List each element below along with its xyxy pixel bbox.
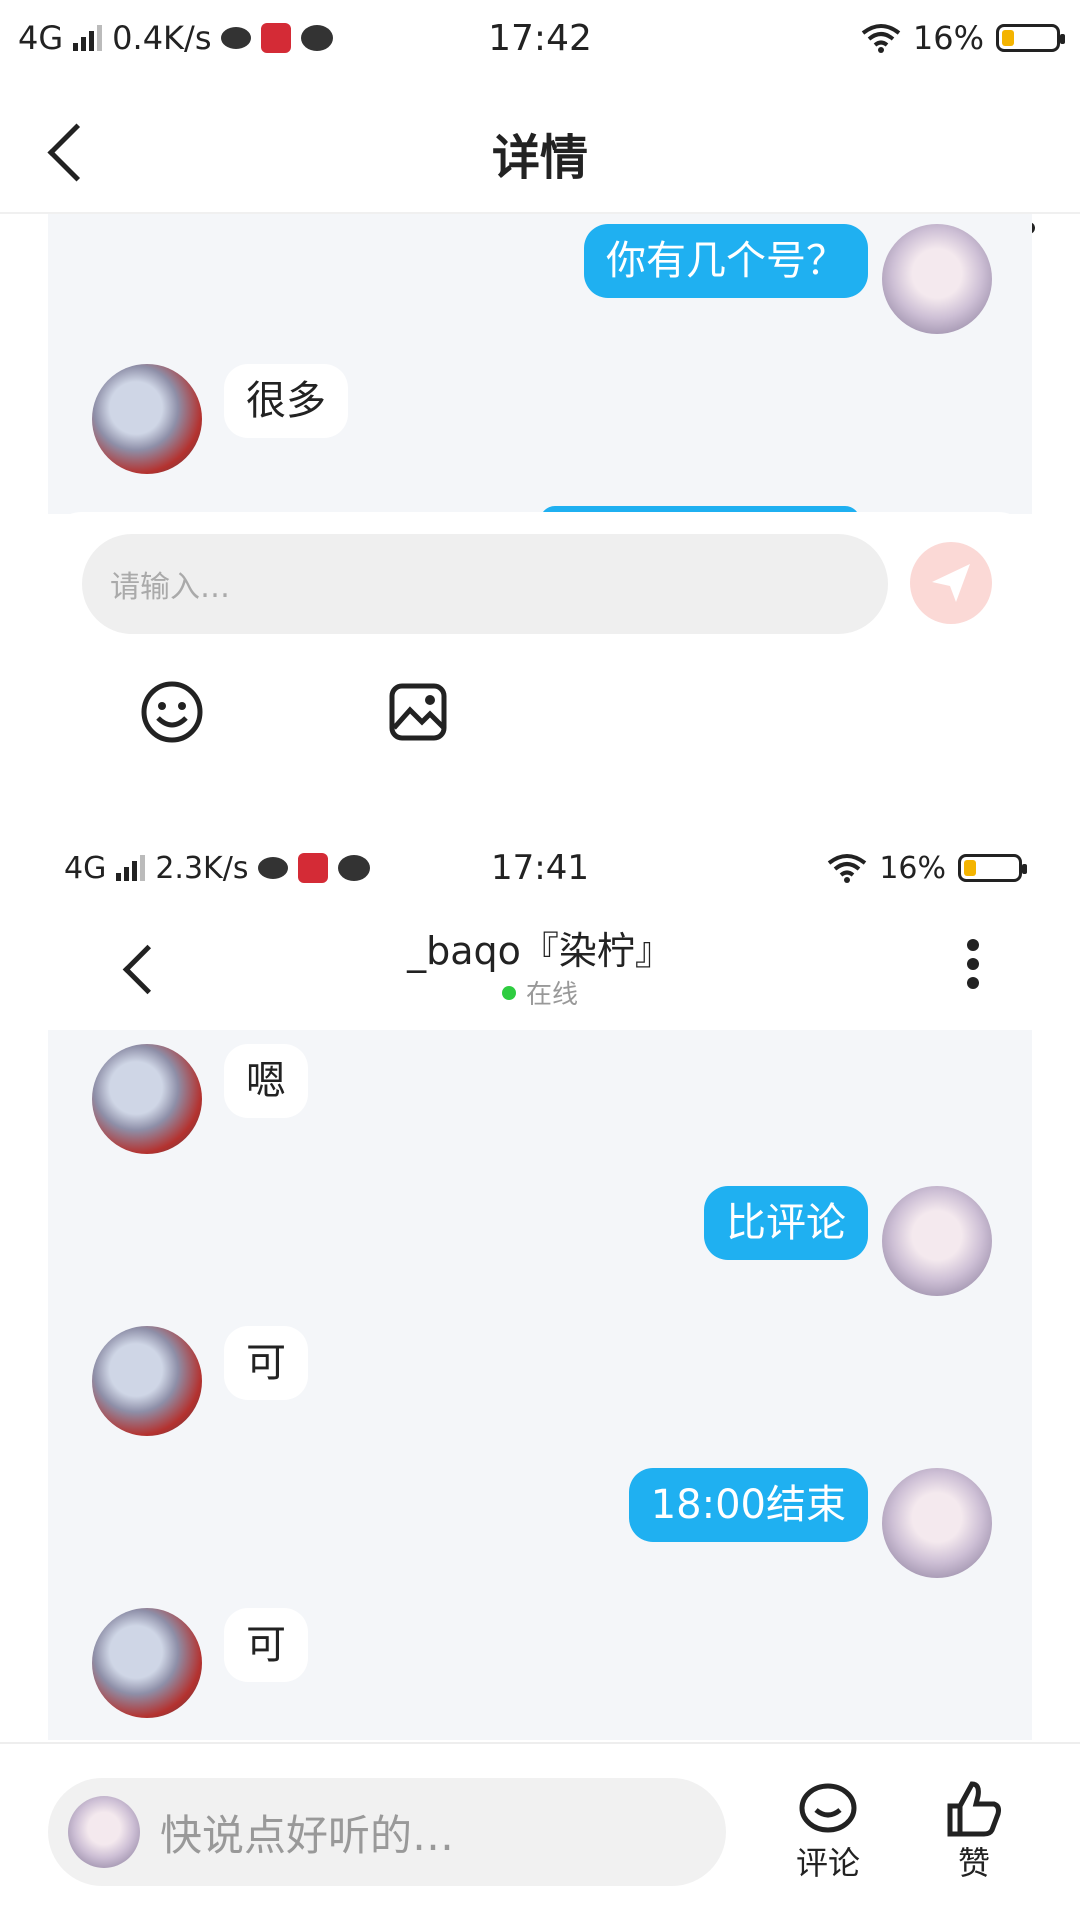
app-badge-icon <box>261 23 292 53</box>
wifi-icon <box>828 854 867 883</box>
signal-icon <box>73 25 103 51</box>
network-label: 4G <box>64 850 107 886</box>
avatar <box>882 1468 992 1578</box>
embedded-status-bar: 4G 2.3K/s 17:41 16% <box>48 838 1032 898</box>
online-dot-icon <box>501 985 516 1000</box>
battery-icon <box>958 854 1027 882</box>
status-time: 17:41 <box>491 848 589 888</box>
battery-percent: 16% <box>879 850 946 886</box>
send-button[interactable] <box>910 542 992 624</box>
message-icon <box>301 25 334 51</box>
comment-icon <box>799 1783 857 1833</box>
thumbs-up-icon <box>947 1781 1001 1837</box>
like-label: 赞 <box>957 1844 990 1882</box>
like-button[interactable]: 赞 <box>946 1780 1002 1884</box>
bottom-bar: 快说点好听的… 评论 赞 <box>0 1742 1080 1922</box>
emoji-icon[interactable] <box>140 680 204 744</box>
comment-label: 评论 <box>796 1844 861 1882</box>
message-bubble-theirs: 可 <box>224 1608 308 1682</box>
battery-icon <box>996 24 1065 52</box>
avatar <box>882 224 992 334</box>
comment-input-placeholder: 快说点好听的… <box>160 1810 455 1860</box>
user-avatar <box>68 1796 140 1868</box>
online-status: 在线 <box>48 974 1032 1011</box>
avatar <box>92 1326 202 1436</box>
contact-name: _baqo『染柠』 <box>407 929 673 973</box>
online-status-label: 在线 <box>525 980 578 1010</box>
wifi-icon <box>861 24 901 53</box>
image-icon[interactable] <box>386 680 450 744</box>
battery-percent: 16% <box>912 19 984 57</box>
more-options-icon[interactable] <box>966 938 980 990</box>
wechat-icon <box>221 27 252 49</box>
message-composer: 请输入… <box>48 512 1032 792</box>
message-input[interactable]: 请输入… <box>82 534 888 634</box>
navigation-bar: 详情 <box>0 88 1080 234</box>
message-bubble-theirs: 嗯 <box>224 1044 308 1118</box>
avatar <box>882 1186 992 1296</box>
upper-chat-area: 你有几个号？ 很多 <box>48 214 1032 514</box>
send-icon <box>932 564 970 602</box>
message-bubble-mine: 你有几个号？ <box>584 224 868 298</box>
lower-chat-area: 嗯 比评论 可 18:00结束 可 <box>48 1030 1032 1740</box>
message-input-placeholder: 请输入… <box>110 570 230 605</box>
status-bar: 4G 0.4K/s 17:42 16% <box>0 0 1080 76</box>
wechat-icon <box>258 857 289 879</box>
network-speed: 2.3K/s <box>155 850 249 886</box>
signal-icon <box>116 855 146 881</box>
status-time: 17:42 <box>488 17 592 59</box>
message-bubble-mine: 比评论 <box>704 1186 868 1260</box>
network-speed: 0.4K/s <box>112 19 212 57</box>
comment-input[interactable]: 快说点好听的… <box>48 1778 726 1886</box>
avatar <box>92 1608 202 1718</box>
message-bubble-mine: 18:00结束 <box>628 1468 868 1542</box>
network-label: 4G <box>18 19 64 57</box>
avatar <box>92 364 202 474</box>
message-bubble-theirs: 可 <box>224 1326 308 1400</box>
comment-button[interactable]: 评论 <box>796 1782 860 1884</box>
page-title: 详情 <box>491 130 588 186</box>
chat-header: _baqo『染柠』 在线 <box>48 910 1032 1030</box>
message-icon <box>338 855 371 881</box>
message-bubble-theirs: 很多 <box>224 364 348 438</box>
avatar <box>92 1044 202 1154</box>
app-badge-icon <box>298 853 329 883</box>
